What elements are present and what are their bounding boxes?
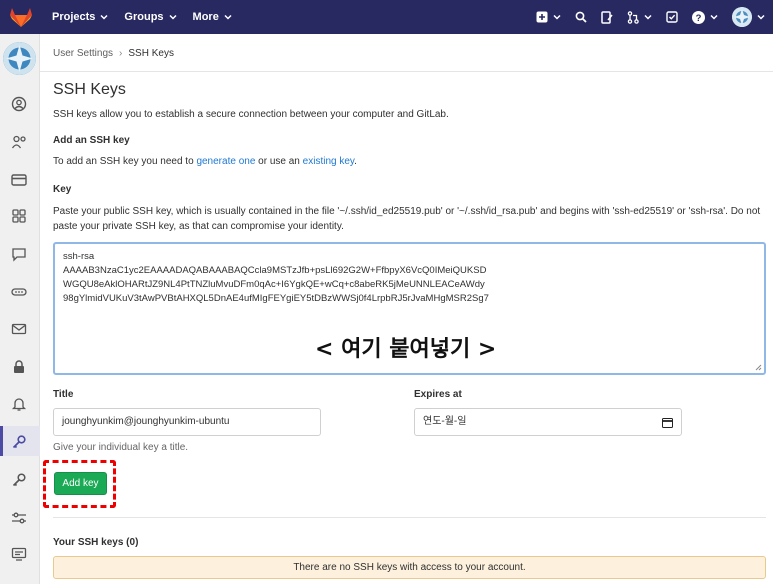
preferences-sliders-icon[interactable] xyxy=(11,510,27,526)
user-menu-button[interactable] xyxy=(732,0,765,34)
add-key-instructions: To add an SSH key you need to generate o… xyxy=(53,156,357,167)
new-dropdown-button[interactable] xyxy=(536,0,561,34)
gitlab-logo-icon[interactable] xyxy=(10,7,32,27)
title-label: Title xyxy=(53,389,74,400)
todo-check-icon xyxy=(666,11,678,23)
help-icon: ? xyxy=(692,10,705,24)
profile-icon[interactable] xyxy=(11,96,27,112)
breadcrumb: User Settings › SSH Keys xyxy=(53,48,174,59)
chevron-down-icon xyxy=(757,14,765,20)
expires-label: Expires at xyxy=(414,389,462,400)
ssh-key-icon[interactable] xyxy=(11,434,27,450)
top-navbar: Projects Groups More ? xyxy=(0,0,773,34)
key-line: WGQU8eAklOHARtJZ9NL4PtTNZluMvuDFm0qAc+I6… xyxy=(63,279,485,290)
nav-projects[interactable]: Projects xyxy=(52,11,108,23)
title-hint: Give your individual key a title. xyxy=(53,442,189,453)
search-icon xyxy=(575,11,587,23)
svg-text:?: ? xyxy=(696,13,702,24)
key-label: Key xyxy=(53,184,72,195)
breadcrumb-user-settings[interactable]: User Settings xyxy=(53,48,113,59)
gpg-key-icon[interactable] xyxy=(11,472,27,488)
password-lock-icon[interactable] xyxy=(11,359,27,375)
billing-card-icon[interactable] xyxy=(11,172,27,188)
no-keys-notice: There are no SSH keys with access to you… xyxy=(53,556,766,579)
chevron-down-icon xyxy=(710,14,718,20)
add-text-before: To add an SSH key you need to xyxy=(53,156,197,167)
nav-menu: Projects Groups More xyxy=(52,11,248,23)
add-key-heading: Add an SSH key xyxy=(53,135,130,146)
chevron-down-icon xyxy=(100,14,108,20)
merge-request-icon xyxy=(627,10,639,24)
add-key-button[interactable]: Add key xyxy=(54,472,107,495)
key-line: AAAAB3NzaC1yc2EAAAADAQABAAABAQCcla9MSTzJ… xyxy=(63,265,487,276)
breadcrumb-divider xyxy=(40,71,773,72)
title-input[interactable]: jounghyunkim@jounghyunkim-ubuntu xyxy=(53,408,321,436)
settings-sidebar xyxy=(0,34,40,584)
breadcrumb-separator-icon: › xyxy=(119,48,123,59)
nav-groups[interactable]: Groups xyxy=(124,11,177,23)
calendar-icon[interactable] xyxy=(662,417,673,428)
account-icon[interactable] xyxy=(11,134,27,150)
nav-more[interactable]: More xyxy=(193,11,232,23)
nav-projects-label: Projects xyxy=(52,11,96,23)
add-text-after: . xyxy=(354,156,357,167)
issues-icon xyxy=(601,10,613,24)
sidebar-avatar[interactable] xyxy=(3,42,36,75)
chevron-down-icon xyxy=(224,14,232,20)
todos-button[interactable] xyxy=(666,0,678,34)
key-line: ssh-rsa xyxy=(63,251,95,262)
nav-groups-label: Groups xyxy=(124,11,164,23)
breadcrumb-ssh-keys[interactable]: SSH Keys xyxy=(128,48,174,59)
key-textarea[interactable]: ssh-rsa AAAAB3NzaC1yc2EAAAADAQABAAABAQCc… xyxy=(53,242,766,375)
plus-square-icon xyxy=(536,11,548,23)
existing-key-link[interactable]: existing key xyxy=(303,156,355,167)
merge-requests-button[interactable] xyxy=(627,0,652,34)
key-line: 98gYlmidVUKuV3tAwPVBtAHXQL5DnAE4ufMIgFEY… xyxy=(63,293,489,304)
nav-more-label: More xyxy=(192,11,219,23)
chevron-down-icon xyxy=(553,14,561,20)
chevron-down-icon xyxy=(169,14,177,20)
help-button[interactable]: ? xyxy=(692,0,718,34)
access-tokens-icon[interactable] xyxy=(11,284,27,300)
notifications-bell-icon[interactable] xyxy=(11,396,27,412)
active-sessions-monitor-icon[interactable] xyxy=(11,546,27,562)
expires-date-input[interactable]: 연도-월-일 xyxy=(414,408,682,436)
search-button[interactable] xyxy=(575,0,587,34)
chevron-down-icon xyxy=(644,14,652,20)
key-help-text: Paste your public SSH key, which is usua… xyxy=(53,206,761,232)
generate-one-link[interactable]: generate one xyxy=(196,156,255,167)
section-divider xyxy=(53,517,766,518)
emails-icon[interactable] xyxy=(11,321,27,337)
page-description: SSH keys allow you to establish a secure… xyxy=(53,109,449,120)
paste-here-annotation: < 여기 붙여넣기 > xyxy=(315,337,497,362)
issues-button[interactable] xyxy=(601,0,613,34)
resize-handle-icon[interactable] xyxy=(754,363,762,371)
page-title: SSH Keys xyxy=(53,81,126,98)
your-keys-heading: Your SSH keys (0) xyxy=(53,537,139,548)
expires-date-value: 연도-월-일 xyxy=(423,416,467,427)
chat-icon[interactable] xyxy=(11,246,27,262)
avatar xyxy=(732,7,752,27)
nav-right: ? xyxy=(522,0,765,34)
add-text-mid: or use an xyxy=(255,156,303,167)
applications-icon[interactable] xyxy=(11,208,27,224)
